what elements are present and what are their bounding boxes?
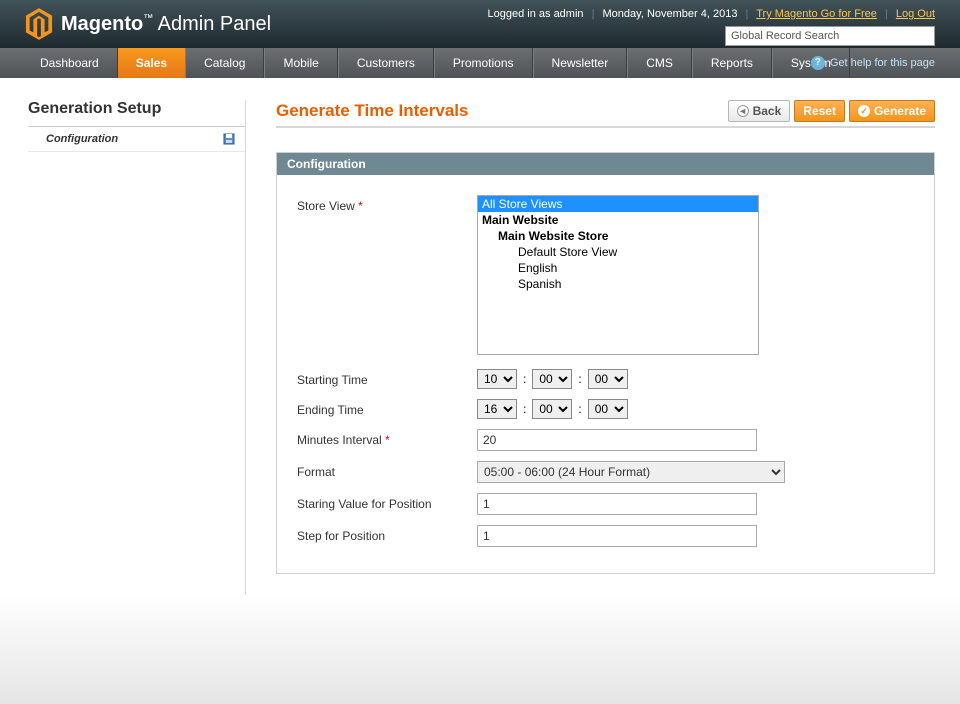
opt-main-website[interactable]: Main Website — [478, 212, 758, 228]
nav-mobile[interactable]: Mobile — [264, 48, 337, 78]
generate-button[interactable]: ✓Generate — [849, 100, 935, 122]
row-starting-time: Starting Time 10 : 00 : 00 — [297, 369, 914, 389]
opt-all-stores[interactable]: All Store Views — [478, 196, 758, 212]
sidebar-title: Generation Setup — [28, 100, 245, 127]
help-link[interactable]: Get help for this page — [830, 57, 935, 69]
header-links: Logged in as admin | Monday, November 4,… — [488, 8, 935, 20]
try-magento-link[interactable]: Try Magento Go for Free — [756, 8, 877, 20]
row-format: Format 05:00 - 06:00 (24 Hour Format) — [297, 461, 914, 483]
logged-in-text: Logged in as admin — [488, 8, 584, 20]
label-format: Format — [297, 461, 477, 479]
format-select[interactable]: 05:00 - 06:00 (24 Hour Format) — [477, 461, 785, 483]
nav-help: ? Get help for this page — [811, 48, 935, 78]
nav-dashboard[interactable]: Dashboard — [22, 48, 118, 78]
label-minutes-interval: Minutes Interval * — [297, 429, 477, 447]
end-sec-select[interactable]: 00 — [588, 399, 628, 419]
start-value-input[interactable] — [477, 493, 757, 515]
button-row: ◄Back Reset ✓Generate — [728, 100, 935, 122]
nav-catalog[interactable]: Catalog — [185, 48, 264, 78]
nav-customers[interactable]: Customers — [338, 48, 434, 78]
end-hour-select[interactable]: 16 — [477, 399, 517, 419]
page-head: Generate Time Intervals ◄Back Reset ✓Gen… — [276, 100, 935, 128]
nav-sales[interactable]: Sales — [118, 48, 185, 78]
nav-promotions[interactable]: Promotions — [434, 48, 533, 78]
opt-spanish[interactable]: Spanish — [478, 276, 758, 292]
label-store-view: Store View * — [297, 195, 477, 213]
back-button[interactable]: ◄Back — [728, 100, 791, 122]
page-title: Generate Time Intervals — [276, 101, 468, 121]
nav-cms[interactable]: CMS — [627, 48, 692, 78]
label-ending-time: Ending Time — [297, 399, 477, 417]
content-wrap: Generation Setup Configuration Generate … — [0, 78, 960, 600]
panel-body: Store View * All Store Views Main Websit… — [277, 175, 934, 573]
main-nav: Dashboard Sales Catalog Mobile Customers… — [0, 48, 960, 78]
help-icon: ? — [811, 56, 825, 70]
end-min-select[interactable]: 00 — [532, 399, 572, 419]
opt-default-view[interactable]: Default Store View — [478, 244, 758, 260]
global-search-input[interactable] — [725, 26, 935, 46]
check-icon: ✓ — [858, 105, 870, 117]
row-start-value: Staring Value for Position — [297, 493, 914, 515]
panel-head: Configuration — [277, 153, 934, 175]
config-panel: Configuration Store View * All Store Vie… — [276, 152, 935, 574]
logout-link[interactable]: Log Out — [896, 8, 935, 20]
save-icon — [223, 133, 235, 145]
opt-main-store[interactable]: Main Website Store — [478, 228, 758, 244]
header-bar: Magento™ Admin Panel Logged in as admin … — [0, 0, 960, 48]
nav-newsletter[interactable]: Newsletter — [533, 48, 628, 78]
footer-gradient — [0, 594, 960, 704]
back-icon: ◄ — [737, 105, 749, 117]
start-hour-select[interactable]: 10 — [477, 369, 517, 389]
label-step: Step for Position — [297, 525, 477, 543]
sidebar-item-label: Configuration — [46, 133, 118, 145]
nav-reports[interactable]: Reports — [692, 48, 772, 78]
sidebar-item-configuration[interactable]: Configuration — [28, 127, 245, 152]
minutes-interval-input[interactable] — [477, 429, 757, 451]
main-content: Generate Time Intervals ◄Back Reset ✓Gen… — [276, 100, 935, 600]
label-start-value: Staring Value for Position — [297, 493, 477, 511]
step-input[interactable] — [477, 525, 757, 547]
start-sec-select[interactable]: 00 — [588, 369, 628, 389]
brand-text: Magento™ Admin Panel — [61, 13, 271, 36]
row-step: Step for Position — [297, 525, 914, 547]
row-ending-time: Ending Time 16 : 00 : 00 — [297, 399, 914, 419]
magento-logo-icon — [25, 8, 53, 40]
row-minutes-interval: Minutes Interval * — [297, 429, 914, 451]
label-starting-time: Starting Time — [297, 369, 477, 387]
date-text: Monday, November 4, 2013 — [603, 8, 738, 20]
logo: Magento™ Admin Panel — [25, 8, 271, 40]
sidebar: Generation Setup Configuration — [28, 100, 246, 600]
start-min-select[interactable]: 00 — [532, 369, 572, 389]
opt-english[interactable]: English — [478, 260, 758, 276]
row-store-view: Store View * All Store Views Main Websit… — [297, 195, 914, 355]
store-view-listbox[interactable]: All Store Views Main Website Main Websit… — [477, 195, 759, 355]
header-right: Logged in as admin | Monday, November 4,… — [488, 8, 935, 46]
reset-button[interactable]: Reset — [794, 100, 845, 122]
